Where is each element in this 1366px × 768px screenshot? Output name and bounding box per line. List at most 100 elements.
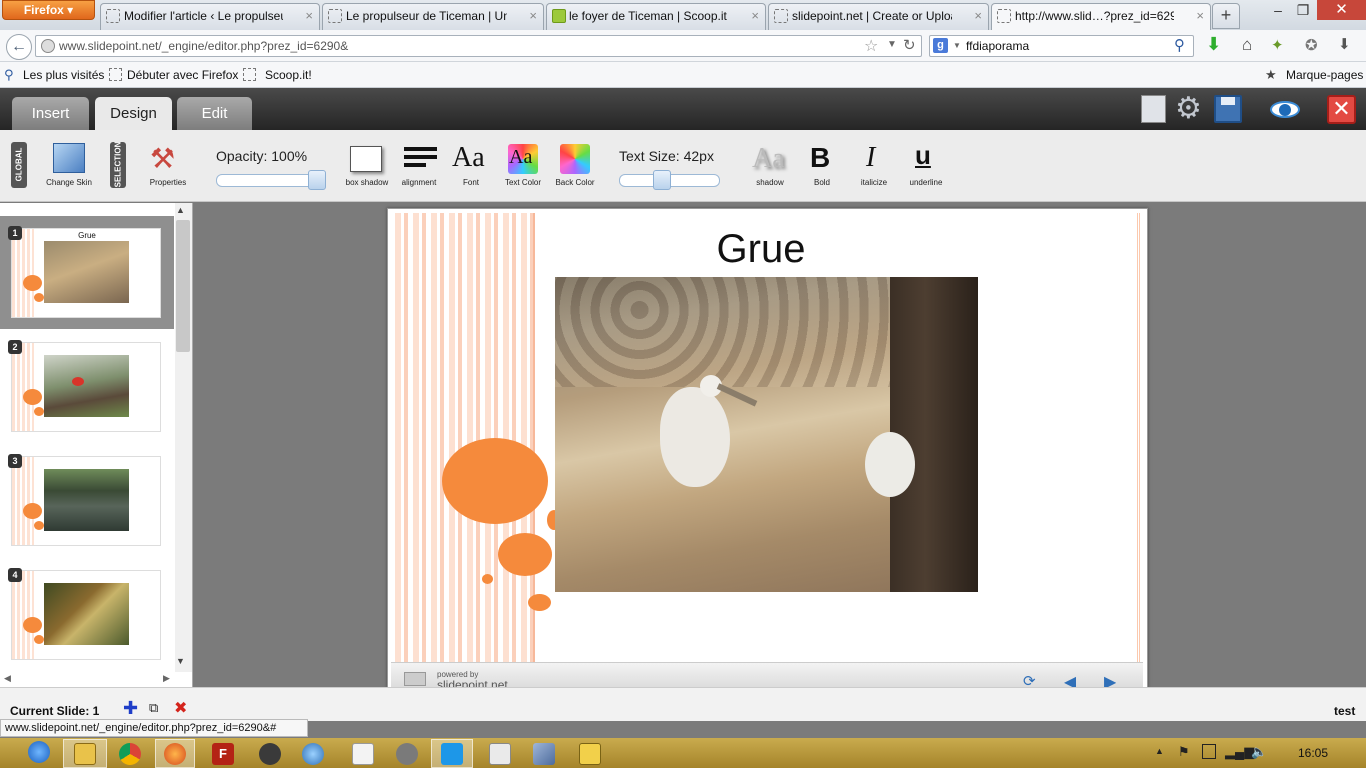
slide-thumbnail-4[interactable] (11, 570, 161, 660)
alignment-icon-line-2[interactable] (404, 155, 437, 159)
photo-tree-trunk (890, 277, 978, 592)
bookmark-les-plus-visites[interactable]: Les plus visités (23, 68, 104, 82)
next-slide-arrow-icon[interactable]: ▶ (1104, 672, 1116, 687)
back-color-palette-icon[interactable] (560, 144, 590, 174)
opacity-slider-handle[interactable] (308, 170, 326, 190)
font-label: Font (462, 178, 479, 187)
magnifier-icon[interactable]: ⚲ (1174, 36, 1185, 54)
chrome-icon[interactable] (119, 743, 141, 765)
filezilla-icon[interactable]: F (212, 743, 234, 765)
photo-second-bird (865, 432, 915, 497)
app-icon[interactable] (579, 743, 601, 765)
window-close-button[interactable]: ✕ (1317, 0, 1366, 20)
scroll-up-icon[interactable]: ▲ (176, 205, 185, 215)
search-engine-dropdown-icon[interactable]: ▼ (953, 41, 961, 50)
browser-tab-1[interactable]: Modifier l'article ‹ Le propulseur…× (100, 3, 320, 30)
scroll-right-icon[interactable]: ▶ (163, 673, 170, 684)
box-shadow-icon[interactable] (350, 146, 382, 172)
restore-icon[interactable]: ❐ (1291, 0, 1315, 20)
slide-photo-crane[interactable] (555, 277, 978, 592)
thumb-circle (34, 407, 44, 416)
file-explorer-icon[interactable] (74, 743, 96, 765)
share-icon[interactable]: ✪ (1305, 36, 1318, 54)
tray-network-icon[interactable]: ▂▄▆ (1225, 744, 1254, 760)
bookmark-scoopit[interactable]: Scoop.it! (265, 68, 312, 82)
inkscape-icon[interactable] (259, 743, 281, 765)
scroll-left-icon[interactable]: ◀ (4, 673, 11, 684)
thunderbird-icon[interactable] (302, 743, 324, 765)
scrollbar-thumb[interactable] (176, 220, 190, 352)
alignment-icon-line-3[interactable] (404, 163, 426, 167)
firefox-taskbar-icon[interactable] (164, 743, 186, 765)
home-icon[interactable]: ⌂ (1242, 35, 1252, 55)
tab-insert[interactable]: Insert (12, 97, 89, 130)
close-tab-icon[interactable]: × (305, 4, 313, 28)
browser-tab-2[interactable]: Le propulseur de Ticeman | Un s…× (322, 3, 544, 30)
internet-explorer-icon[interactable] (28, 741, 50, 763)
tab-edit[interactable]: Edit (177, 97, 252, 130)
gimp-icon[interactable] (396, 743, 418, 765)
blank-page-icon (774, 9, 788, 23)
add-slide-icon[interactable]: ✚ (123, 698, 138, 719)
slide-thumbnail-3[interactable] (11, 456, 161, 546)
file-menu-icon[interactable] (1141, 95, 1166, 123)
firefox-menu-button[interactable]: Firefox ▾ (2, 0, 95, 20)
minimize-icon[interactable]: – (1266, 0, 1290, 20)
bookmark-search-icon: ⚲ (4, 67, 14, 82)
downloads-tray-icon[interactable]: ⬇ (1338, 35, 1351, 53)
dropdown-arrow-icon[interactable]: ▼ (887, 39, 897, 50)
italic-icon[interactable]: I (866, 142, 875, 174)
thumb-stripes (12, 229, 34, 317)
close-tab-icon[interactable]: × (751, 4, 759, 28)
tray-volume-icon[interactable]: 🔈 (1251, 744, 1267, 760)
slide-title[interactable]: Grue (656, 227, 866, 272)
text-color-glyph: Aa (509, 146, 533, 168)
virtualbox-icon[interactable] (533, 743, 555, 765)
document-icon[interactable] (352, 743, 374, 765)
slide-thumbnail-1[interactable]: Grue (11, 228, 161, 318)
twitter-icon[interactable] (441, 743, 463, 765)
close-tab-icon[interactable]: × (1196, 4, 1204, 28)
tray-expand-icon[interactable]: ▲ (1155, 746, 1164, 756)
photo-bird-body (660, 387, 730, 487)
notepad-icon[interactable] (489, 743, 511, 765)
close-editor-icon[interactable]: ✕ (1327, 95, 1356, 124)
new-tab-button[interactable]: + (1212, 3, 1240, 29)
properties-wrench-icon[interactable]: ⚒ (150, 142, 175, 175)
tray-battery-icon[interactable] (1202, 744, 1216, 759)
addon-icon[interactable]: ✦ (1271, 36, 1284, 54)
back-arrow-icon[interactable]: ← (6, 34, 32, 60)
bold-icon[interactable]: B (810, 142, 830, 174)
delete-slide-icon[interactable]: ✖ (174, 698, 187, 718)
shadow-icon[interactable]: Aa (752, 143, 785, 175)
alignment-icon-line-1[interactable] (404, 147, 437, 151)
slide-number: 3 (8, 454, 22, 468)
star-icon[interactable]: ☆ (864, 36, 878, 56)
blank-page-icon (243, 68, 256, 81)
scroll-down-icon[interactable]: ▼ (176, 656, 185, 666)
duplicate-slide-icon[interactable]: ⧉ (149, 700, 158, 716)
browser-tab-5-active[interactable]: http://www.slid…?prez_id=6290& × (991, 3, 1211, 31)
download-arrow-icon[interactable]: ⬇ (1206, 34, 1221, 55)
google-icon[interactable]: g (933, 38, 948, 53)
gear-icon[interactable]: ⚙ (1175, 91, 1202, 126)
italicize-label: italicize (860, 178, 888, 187)
underline-icon[interactable]: u (915, 140, 931, 171)
browser-tab-4[interactable]: slidepoint.net | Create or Upload…× (768, 3, 989, 30)
text-size-slider-handle[interactable] (653, 170, 671, 190)
font-icon[interactable]: Aa (452, 142, 485, 174)
refresh-slide-icon[interactable]: ⟳ (1023, 672, 1036, 687)
bookmarks-menu[interactable]: Marque-pages (1286, 68, 1363, 82)
slide-thumbnail-2[interactable] (11, 342, 161, 432)
close-tab-icon[interactable]: × (529, 4, 537, 28)
bookmark-debuter-avec-firefox[interactable]: Débuter avec Firefox (127, 68, 238, 82)
previous-slide-arrow-icon[interactable]: ◀ (1064, 672, 1076, 687)
taskbar-clock[interactable]: 16:05 (1298, 746, 1328, 760)
thumb-stripes (12, 343, 34, 431)
tray-flag-icon[interactable]: ⚑ (1178, 744, 1190, 760)
tab-design[interactable]: Design (95, 97, 172, 130)
reload-icon[interactable]: ↻ (903, 36, 916, 54)
browser-tab-3[interactable]: le foyer de Ticeman | Scoop.it × (546, 3, 766, 30)
close-tab-icon[interactable]: × (974, 4, 982, 28)
change-skin-icon[interactable] (53, 143, 85, 173)
